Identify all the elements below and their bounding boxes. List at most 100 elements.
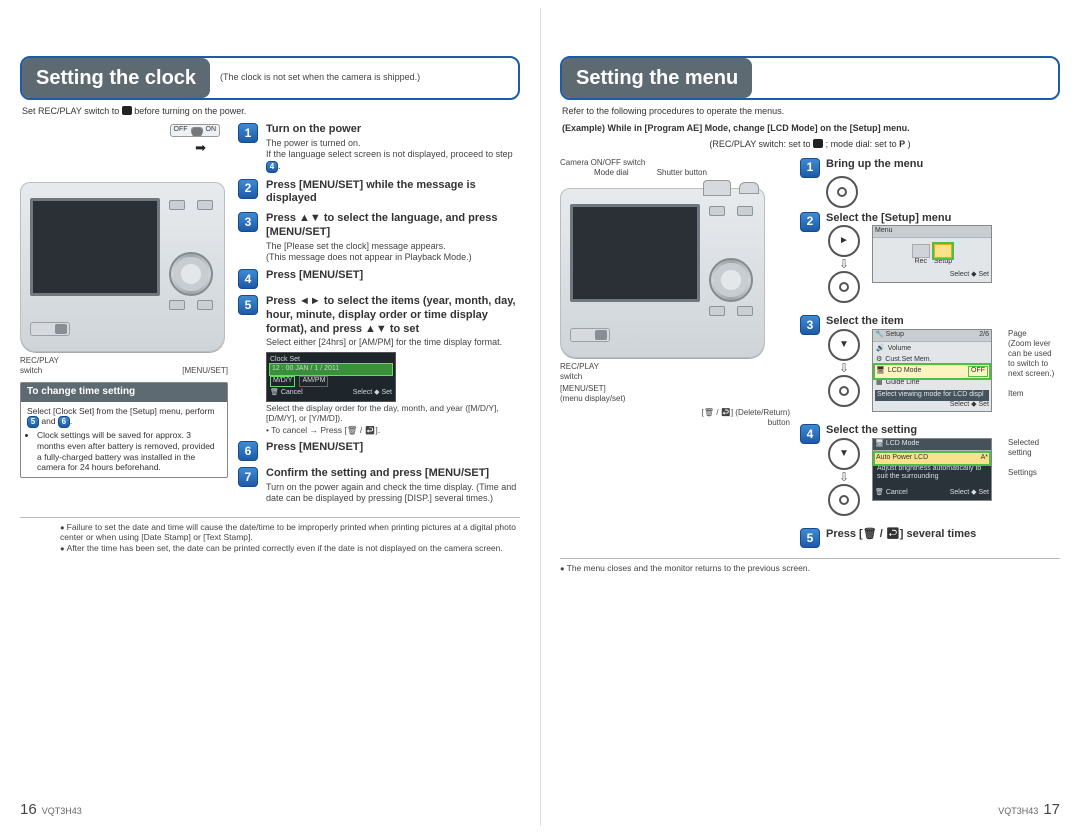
- step-num: 1: [238, 123, 258, 143]
- button-icon: [169, 300, 185, 310]
- r-step2: Select the [Setup] menu: [826, 212, 1060, 226]
- recplay-switch: [570, 328, 610, 342]
- camera-diagram-col: Camera ON/OFF switch Mode dial Shutter b…: [560, 158, 790, 552]
- setting-annotation: Selected settingSettings: [1008, 438, 1060, 516]
- r-step1: Bring up the menu: [826, 158, 1060, 172]
- modedial-label: Mode dial: [594, 168, 629, 178]
- shutter-label: Shutter button: [657, 168, 707, 178]
- menu-screen-2: Menu Rec Setup Select ◆ Set: [872, 225, 992, 282]
- menuset-pad-icon: [826, 176, 858, 208]
- tip-box: To change time setting Select [Clock Set…: [20, 382, 228, 478]
- switch-knob: [192, 128, 202, 136]
- footer-left: 16 VQT3H43: [20, 801, 82, 820]
- step-num: 5: [800, 528, 820, 548]
- page-title: Setting the menu: [562, 58, 752, 98]
- recplay-switch: [30, 322, 70, 336]
- camera-illustration-col: OFF ON ➡ REC/PLAY switch: [20, 123, 228, 510]
- dpad-icon: ▼: [828, 438, 860, 470]
- step1-desc: The power is turned on.If the language s…: [266, 138, 520, 173]
- down-arrow-icon: ⇩: [839, 258, 849, 270]
- dpad-icon: ▼: [828, 329, 860, 361]
- page-16: Setting the clock (The clock is not set …: [0, 0, 540, 834]
- step-num: 3: [238, 212, 258, 232]
- down-arrow-icon: ⇩: [839, 471, 849, 483]
- control-wheel: [709, 258, 753, 302]
- tip-title: To change time setting: [21, 383, 227, 402]
- footnotes-right: The menu closes and the monitor returns …: [560, 558, 1060, 574]
- page-title: Setting the clock: [22, 58, 210, 98]
- camera-back: [560, 188, 765, 358]
- header-left: Setting the clock (The clock is not set …: [20, 56, 520, 100]
- menu-screen-4: 🖥 LCD Mode Auto Power LCDA* Adjust brigh…: [872, 438, 992, 501]
- camonoff-label: Camera ON/OFF switch: [560, 158, 790, 168]
- sub-line: (REC/PLAY switch: set to ; mode dial: se…: [562, 139, 1058, 150]
- on-label: ON: [206, 126, 217, 135]
- footnotes-left: Failure to set the date and time will ca…: [20, 517, 520, 554]
- step5-desc: Select either [24hrs] or [AM/PM] for the…: [266, 337, 520, 348]
- menuset-pad-icon: [828, 375, 860, 407]
- steps-left: 1 Turn on the power The power is turned …: [238, 123, 520, 510]
- step6-title: Press [MENU/SET]: [266, 441, 520, 455]
- camera-screen: [30, 198, 160, 296]
- step3-desc: The [Please set the clock] message appea…: [266, 241, 520, 264]
- step-num: 2: [800, 212, 820, 232]
- manual-spread: Setting the clock (The clock is not set …: [0, 0, 1080, 834]
- page-17: Setting the menu Refer to the following …: [540, 0, 1080, 834]
- camera-back: [20, 182, 225, 352]
- rec-icon: [122, 106, 132, 115]
- down-arrow-icon: ⇩: [839, 362, 849, 374]
- control-wheel: [169, 252, 213, 296]
- arrow-icon: ➡: [20, 140, 206, 156]
- step-num: 4: [800, 424, 820, 444]
- onoff-switch: OFF ON: [170, 124, 221, 137]
- menuset-label: [MENU/SET] (menu display/set): [560, 384, 790, 404]
- button-icon: [737, 206, 753, 216]
- step5-cancel: • To cancel → Press [🗑 / ↩].: [266, 425, 520, 436]
- recplay-label: REC/PLAY switch: [560, 362, 599, 382]
- menuset-pad-icon: [828, 271, 860, 303]
- step3-title: Press ▲▼ to select the language, and pre…: [266, 212, 520, 240]
- clockset-screen: Clock Set 12 : 00 JAN / 1 / 2011 M/D/YAM…: [266, 352, 396, 402]
- off-label: OFF: [174, 126, 188, 135]
- button-icon: [737, 306, 753, 316]
- step5-note: Select the display order for the day, mo…: [266, 403, 520, 424]
- step7-title: Confirm the setting and press [MENU/SET]: [266, 467, 520, 481]
- tip-line1: Select [Clock Set] from the [Setup] menu…: [27, 406, 221, 429]
- step-num: 7: [238, 467, 258, 487]
- rec-icon: [813, 139, 823, 148]
- step-num: 4: [238, 269, 258, 289]
- intro-line: Set REC/PLAY switch to before turning on…: [22, 106, 518, 117]
- step5-title: Press ◄► to select the items (year, mont…: [266, 295, 520, 336]
- menu-screen-3: 🔧 Setup2/6 🔊Volume ⚙Cust.Set Mem. 🖥LCD M…: [872, 329, 992, 412]
- intro-right: Refer to the following procedures to ope…: [562, 106, 1058, 117]
- r-step4: Select the setting: [826, 424, 1060, 438]
- step-num: 3: [800, 315, 820, 335]
- step4-title: Press [MENU/SET]: [266, 269, 520, 283]
- button-icon: [709, 306, 725, 316]
- step2-title: Press [MENU/SET] while the message is di…: [266, 179, 520, 207]
- shutter-button: [739, 182, 759, 194]
- setup-tile-icon: [934, 244, 952, 258]
- dpad-icon: ►: [828, 225, 860, 257]
- step-num: 1: [800, 158, 820, 178]
- page-annotation: Page (Zoom lever can be used to switch t…: [1008, 329, 1060, 412]
- menuset-label: [MENU/SET]: [20, 366, 228, 376]
- step-num: 2: [238, 179, 258, 199]
- example-line: (Example) While in [Program AE] Mode, ch…: [562, 123, 1058, 134]
- button-icon: [197, 200, 213, 210]
- step-num: 5: [238, 295, 258, 315]
- r-step5: Press [🗑 / ↩] several times: [826, 528, 1060, 542]
- rec-tile-icon: [912, 244, 930, 258]
- mode-dial: [703, 180, 731, 196]
- header-right: Setting the menu: [560, 56, 1060, 100]
- title-note: (The clock is not set when the camera is…: [210, 68, 430, 87]
- step7-desc: Turn on the power again and check the ti…: [266, 482, 520, 505]
- steps-right: 1 Bring up the menu 2 Select the [Setup]…: [800, 158, 1060, 552]
- step1-title: Turn on the power: [266, 123, 520, 137]
- button-icon: [169, 200, 185, 210]
- step-num: 6: [238, 441, 258, 461]
- camera-screen: [570, 204, 700, 302]
- tip-line2: Clock settings will be saved for approx.…: [37, 430, 221, 473]
- button-icon: [197, 300, 213, 310]
- menuset-pad-icon: [828, 484, 860, 516]
